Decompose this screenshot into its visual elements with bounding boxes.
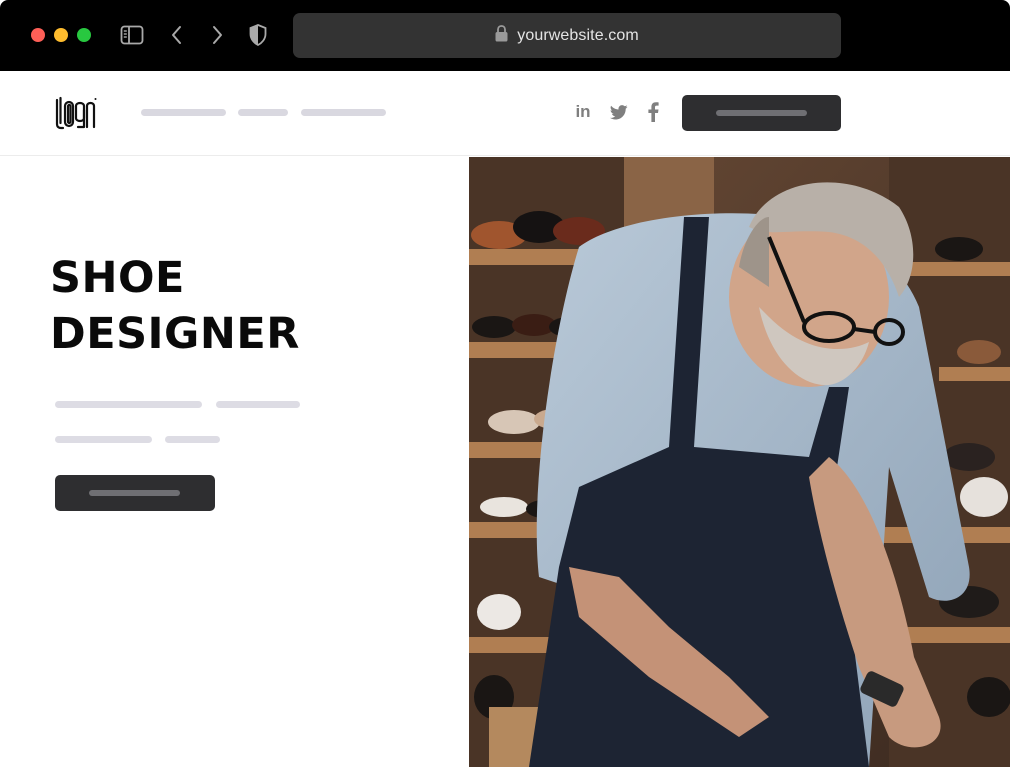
- logo[interactable]: [54, 96, 98, 130]
- shield-icon[interactable]: [245, 22, 271, 48]
- minimize-window-button[interactable]: [54, 28, 68, 42]
- facebook-icon[interactable]: [642, 101, 664, 123]
- lock-icon: [495, 24, 508, 47]
- close-window-button[interactable]: [31, 28, 45, 42]
- hero-title-line-2: DESIGNER: [50, 309, 300, 359]
- sidebar-icon[interactable]: [119, 22, 145, 48]
- linkedin-icon[interactable]: in: [572, 101, 594, 123]
- header-cta-label-placeholder: [716, 110, 807, 116]
- address-bar[interactable]: yourwebsite.com: [293, 13, 841, 58]
- hero-cta-button[interactable]: [55, 475, 215, 511]
- body-text-placeholder: [165, 436, 220, 443]
- body-text-placeholder: [55, 436, 152, 443]
- nav-link-2[interactable]: [238, 109, 288, 116]
- linkedin-label: in: [575, 102, 591, 121]
- hero-photo: [469, 157, 1010, 767]
- body-text-placeholder: [55, 401, 202, 408]
- url-text: yourwebsite.com: [517, 26, 639, 44]
- nav-link-3[interactable]: [301, 109, 386, 116]
- back-icon[interactable]: [164, 22, 190, 48]
- maximize-window-button[interactable]: [77, 28, 91, 42]
- twitter-icon[interactable]: [608, 101, 630, 123]
- nav-link-1[interactable]: [141, 109, 226, 116]
- hero-title: SHOE DESIGNER: [50, 250, 300, 362]
- header-cta-button[interactable]: [682, 95, 841, 131]
- browser-toolbar: yourwebsite.com: [0, 0, 1010, 71]
- site-header: in: [0, 71, 1010, 156]
- hero-title-line-1: SHOE: [50, 253, 185, 303]
- body-text-placeholder: [216, 401, 300, 408]
- forward-icon[interactable]: [204, 22, 230, 48]
- hero-cta-label-placeholder: [89, 490, 180, 496]
